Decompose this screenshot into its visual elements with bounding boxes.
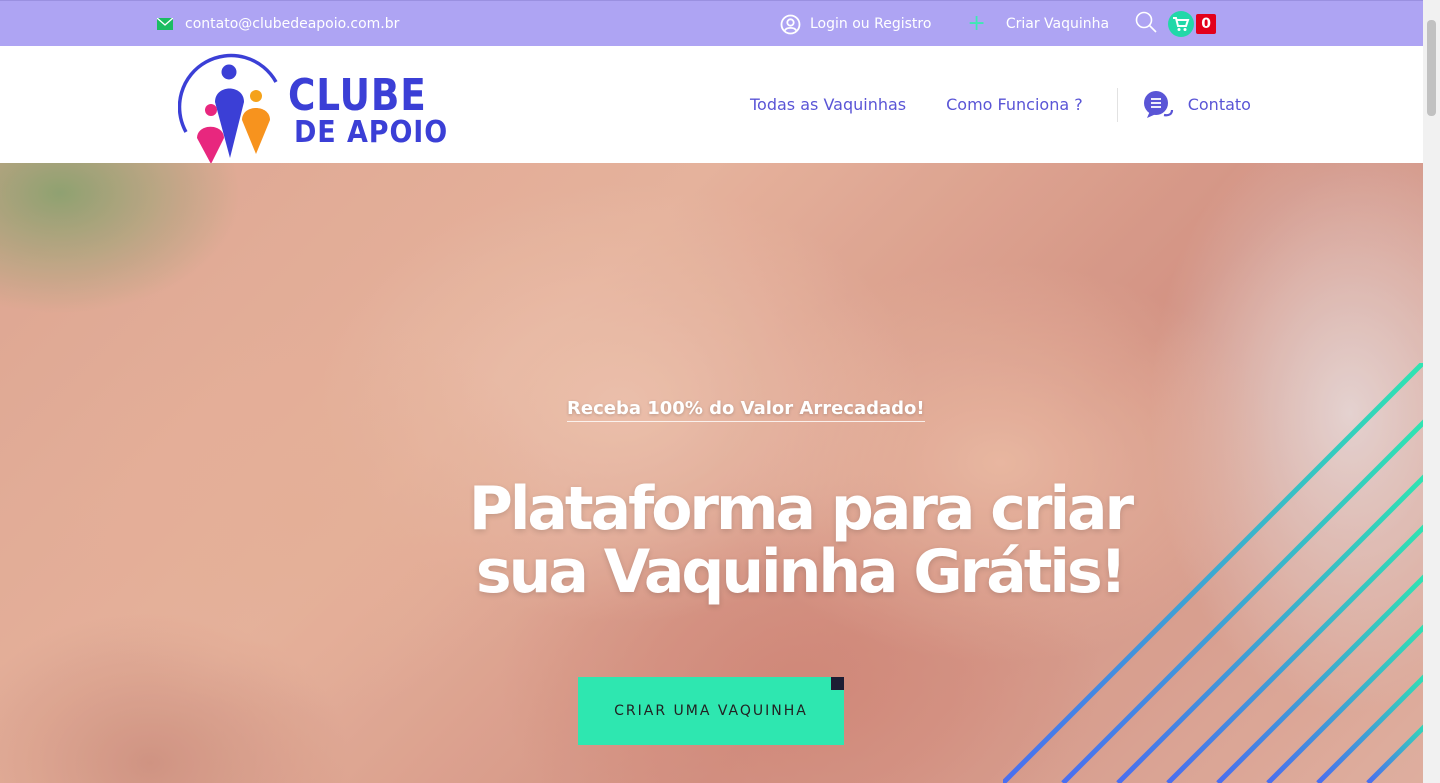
plus-icon: + [967, 11, 986, 36]
hero-subtitle: Receba 100% do Valor Arrecadado! [567, 398, 925, 422]
hero-title-line1: Plataforma para criar [468, 474, 1134, 544]
button-corner-accent [831, 677, 844, 690]
login-link[interactable]: Login ou Registro [780, 14, 931, 35]
login-label: Login ou Registro [810, 16, 932, 32]
create-label: Criar Vaquinha [1005, 16, 1110, 32]
scrollbar-thumb[interactable] [1427, 20, 1436, 116]
hero-title-line2: sua Vaquinha Grátis! [475, 537, 1127, 607]
email-text: contato@clubedeapoio.com.br [185, 16, 400, 32]
nav-item-contact[interactable]: Contato [1142, 89, 1251, 121]
logo-line2: DE APOIO [294, 115, 449, 150]
hero-title: Plataforma para criar sua Vaquinha Gráti… [380, 478, 1220, 604]
search-icon[interactable] [1134, 10, 1158, 38]
site-logo[interactable]: CLUBE DE APOIO [178, 46, 468, 163]
logo-mark [178, 53, 278, 163]
nav-item-all-vaquinhas[interactable]: Todas as Vaquinhas [750, 95, 906, 114]
top-bar: contato@clubedeapoio.com.br Login ou Reg… [0, 0, 1423, 46]
logo-line1: CLUBE [288, 70, 427, 121]
nav-item-how-it-works[interactable]: Como Funciona ? [946, 95, 1083, 114]
user-icon [780, 14, 801, 34]
page-scrollbar[interactable] [1423, 0, 1440, 783]
logo-text: CLUBE DE APOIO [288, 70, 465, 150]
nav-divider [1116, 87, 1118, 122]
contact-label: Contato [1187, 95, 1251, 114]
hero-banner: Receba 100% do Valor Arrecadado! Platafo… [0, 163, 1423, 783]
create-vaquinha-button[interactable]: CRIAR UMA VAQUINHA [578, 677, 844, 745]
chat-icon [1143, 90, 1173, 118]
site-header: CLUBE DE APOIO Todas as Vaquinhas Como F… [0, 46, 1423, 163]
create-vaquinha-link[interactable]: Criar Vaquinha [1006, 16, 1109, 32]
contact-email[interactable]: contato@clubedeapoio.com.br [157, 1, 399, 47]
main-nav: Todas as Vaquinhas Como Funciona ? Conta… [750, 46, 1251, 163]
cart-count-badge: 0 [1196, 14, 1217, 34]
cart-icon[interactable] [1168, 11, 1195, 37]
mail-icon [157, 18, 173, 30]
